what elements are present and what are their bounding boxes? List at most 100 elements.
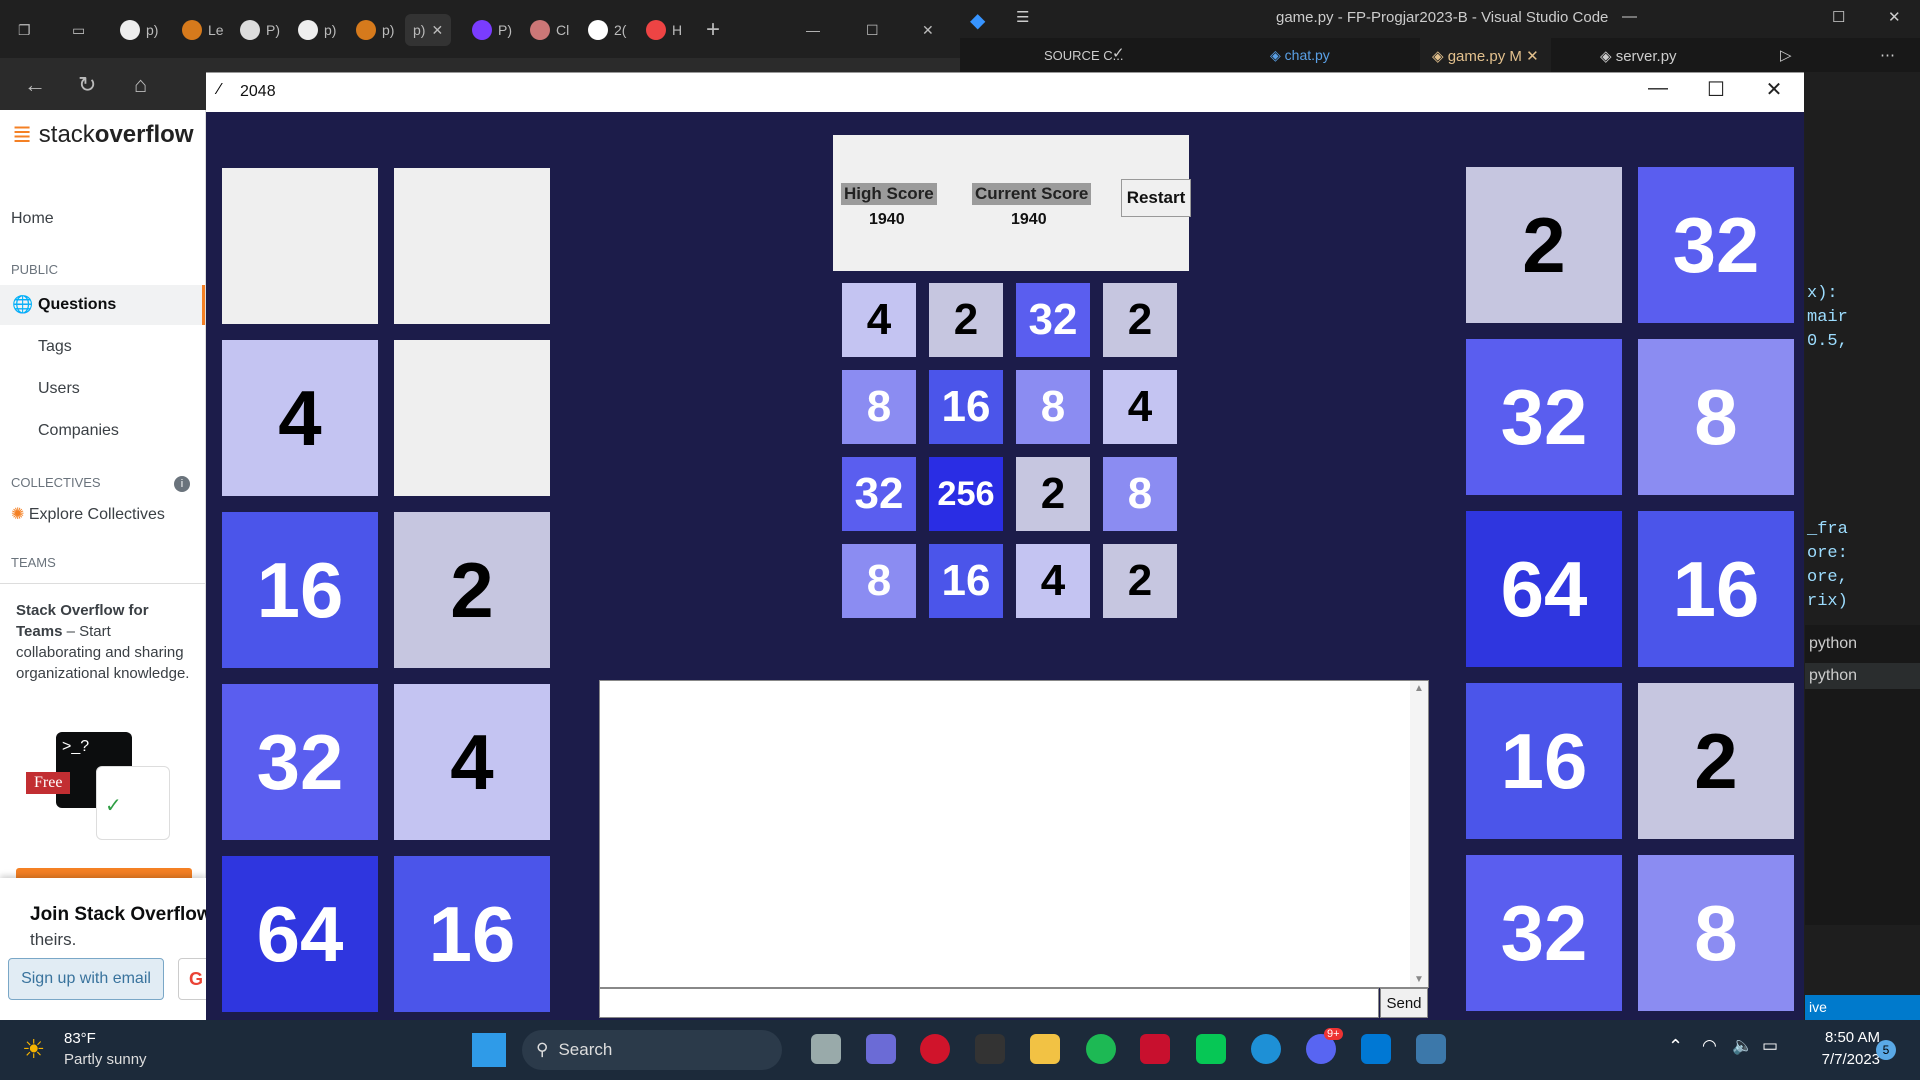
tile: 2 xyxy=(1638,683,1794,839)
tab-game[interactable]: ◈ game.py M ✕ xyxy=(1420,38,1551,72)
send-button[interactable]: Send xyxy=(1380,988,1428,1018)
scroll-down-icon[interactable]: ▼ xyxy=(1414,974,1424,985)
current-score-value: 1940 xyxy=(1011,211,1047,228)
restart-button[interactable]: Restart xyxy=(1121,179,1191,217)
feather-icon: ⁄ xyxy=(218,81,221,98)
taskbar-search[interactable]: ⚲ Search xyxy=(522,1030,782,1070)
code-line: mair xyxy=(1807,308,1848,327)
terminal-icon[interactable] xyxy=(975,1034,1005,1064)
browser-tab[interactable]: 2( xyxy=(588,14,626,46)
python-icon[interactable] xyxy=(1416,1034,1446,1064)
clock-time[interactable]: 8:50 AM xyxy=(1808,1029,1880,1046)
tab-server[interactable]: ◈ server.py xyxy=(1600,47,1677,65)
line-icon[interactable] xyxy=(1196,1034,1226,1064)
file-explorer-icon[interactable] xyxy=(1030,1034,1060,1064)
code-line: 0.5, xyxy=(1807,332,1848,351)
tile: 4 xyxy=(1016,544,1090,618)
nav-home[interactable]: Home xyxy=(11,210,54,228)
tile: 8 xyxy=(842,370,916,444)
notification-badge[interactable]: 5 xyxy=(1876,1040,1896,1060)
back-icon[interactable]: ← xyxy=(24,72,46,98)
stackoverflow-logo[interactable]: ≣ stackoverflow xyxy=(12,120,193,149)
signup-email-button[interactable]: Sign up with email xyxy=(8,958,164,1000)
browser-tab[interactable]: Cl xyxy=(530,14,569,46)
browser-tab[interactable]: Le xyxy=(182,14,224,46)
scroll-up-icon[interactable]: ▲ xyxy=(1414,683,1424,694)
nav-questions[interactable]: 🌐 Questions xyxy=(0,285,205,325)
browser-tab[interactable]: H xyxy=(646,14,682,46)
teams-cta-button[interactable] xyxy=(16,868,192,878)
tile: 8 xyxy=(842,544,916,618)
home-icon[interactable]: ⌂ xyxy=(134,72,147,98)
clock-date[interactable]: 7/7/2023 xyxy=(1800,1051,1880,1068)
browser-tab-strip: ❐ ▭ p) Le P) p) p) p) ✕ P) Cl 2( H + — ☐ … xyxy=(0,0,960,58)
weather-text[interactable]: Partly sunny xyxy=(64,1051,147,1068)
tile: 2 xyxy=(1466,167,1622,323)
chevron-up-icon[interactable]: ⌃ xyxy=(1668,1036,1683,1057)
tab-actions-icon[interactable]: ▭ xyxy=(72,14,85,46)
nav-users[interactable]: Users xyxy=(38,380,80,398)
minimize-icon[interactable]: — xyxy=(806,14,820,46)
browser-tab-active[interactable]: p) ✕ xyxy=(405,14,452,46)
terminal-python[interactable]: python xyxy=(1805,625,1920,663)
tile: 8 xyxy=(1016,370,1090,444)
spotify-icon[interactable] xyxy=(1086,1034,1116,1064)
vscode-icon[interactable] xyxy=(1361,1034,1391,1064)
weather-icon[interactable]: ☀ xyxy=(22,1034,45,1065)
wifi-icon[interactable]: ◠ xyxy=(1702,1036,1717,1056)
weather-temp[interactable]: 83°F xyxy=(64,1030,96,1047)
chat-log[interactable]: ▲ ▼ xyxy=(599,680,1429,988)
window-title: 2048 xyxy=(240,83,276,100)
maximize-icon[interactable]: ☐ xyxy=(1696,77,1736,102)
chat-scrollbar[interactable]: ▲ ▼ xyxy=(1410,681,1428,987)
run-icon[interactable]: ▷ xyxy=(1780,46,1792,64)
score-panel: High Score 1940 Current Score 1940 Resta… xyxy=(833,135,1191,271)
close-icon[interactable]: ✕ xyxy=(1754,77,1794,102)
terminal-python[interactable]: python xyxy=(1805,663,1920,689)
tile xyxy=(394,340,550,496)
browser-tab[interactable]: p) xyxy=(356,14,394,46)
info-icon[interactable]: i xyxy=(174,476,190,492)
teams-chat-icon[interactable] xyxy=(866,1034,896,1064)
close-icon[interactable]: ✕ xyxy=(922,14,934,46)
search-icon: ⚲ xyxy=(536,1040,549,1059)
commit-check-icon[interactable]: ✓ xyxy=(1112,44,1125,62)
opera-icon[interactable] xyxy=(920,1034,950,1064)
tile: 2 xyxy=(929,283,1003,357)
menu-icon[interactable]: ☰ xyxy=(1016,8,1029,26)
tile: 4 xyxy=(1103,370,1177,444)
more-icon[interactable]: ⋯ xyxy=(1880,46,1895,64)
tile: 32 xyxy=(842,457,916,531)
volume-icon[interactable]: 🔈 xyxy=(1732,1036,1753,1056)
maximize-icon[interactable]: ☐ xyxy=(1832,8,1845,26)
tile: 16 xyxy=(929,370,1003,444)
mcafee-icon[interactable] xyxy=(1140,1034,1170,1064)
edge-icon[interactable] xyxy=(1251,1034,1281,1064)
close-icon[interactable]: ✕ xyxy=(1888,8,1901,26)
high-score-value: 1940 xyxy=(869,211,905,228)
tile: 16 xyxy=(929,544,1003,618)
tile: 16 xyxy=(1638,511,1794,667)
chat-input[interactable] xyxy=(599,988,1379,1018)
close-icon[interactable]: ✕ xyxy=(431,22,443,39)
minimize-icon[interactable]: — xyxy=(1638,77,1678,100)
start-icon[interactable] xyxy=(472,1033,506,1067)
maximize-icon[interactable]: ☐ xyxy=(866,14,879,46)
new-tab-icon[interactable]: + xyxy=(706,14,720,46)
nav-tags[interactable]: Tags xyxy=(38,338,72,356)
browser-tab[interactable]: P) xyxy=(472,14,512,46)
minimize-icon[interactable]: — xyxy=(1622,8,1637,25)
browser-tab[interactable]: p) xyxy=(120,14,158,46)
tile: 8 xyxy=(1638,855,1794,1011)
globe-icon: 🌐 xyxy=(12,295,34,314)
workspaces-icon[interactable]: ❐ xyxy=(18,14,31,46)
browser-tab[interactable]: P) xyxy=(240,14,280,46)
status-bar[interactable]: ive xyxy=(1805,995,1920,1020)
nav-companies[interactable]: Companies xyxy=(38,422,119,440)
battery-icon[interactable]: ▭ xyxy=(1762,1036,1778,1056)
browser-tab[interactable]: p) xyxy=(298,14,336,46)
task-view-icon[interactable] xyxy=(811,1034,841,1064)
nav-explore-collectives[interactable]: ✺ Explore Collectives xyxy=(11,504,165,524)
tab-chat[interactable]: ◈ chat.py xyxy=(1270,47,1330,64)
refresh-icon[interactable]: ↻ xyxy=(78,72,96,98)
